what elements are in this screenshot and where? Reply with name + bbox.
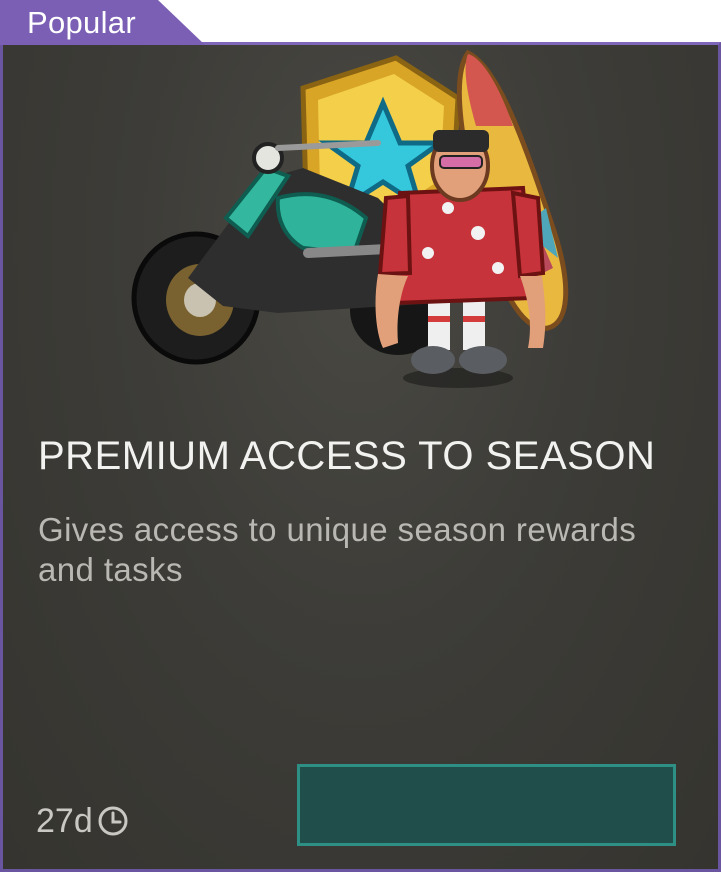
time-remaining-label: 27d: [36, 801, 93, 840]
popular-badge-label: Popular: [27, 5, 136, 40]
time-remaining: 27d: [36, 800, 129, 842]
season-pass-offer-card[interactable]: Popular PREMIUM ACCESS TO SEASON Gives a…: [0, 0, 721, 872]
purchase-button[interactable]: [297, 764, 676, 846]
season-rewards-artwork: [131, 49, 569, 388]
offer-title: PREMIUM ACCESS TO SEASON: [38, 434, 656, 478]
clock-icon: [98, 806, 128, 836]
offer-description: Gives access to unique season rewards an…: [38, 511, 637, 588]
popular-badge: Popular: [0, 0, 205, 45]
